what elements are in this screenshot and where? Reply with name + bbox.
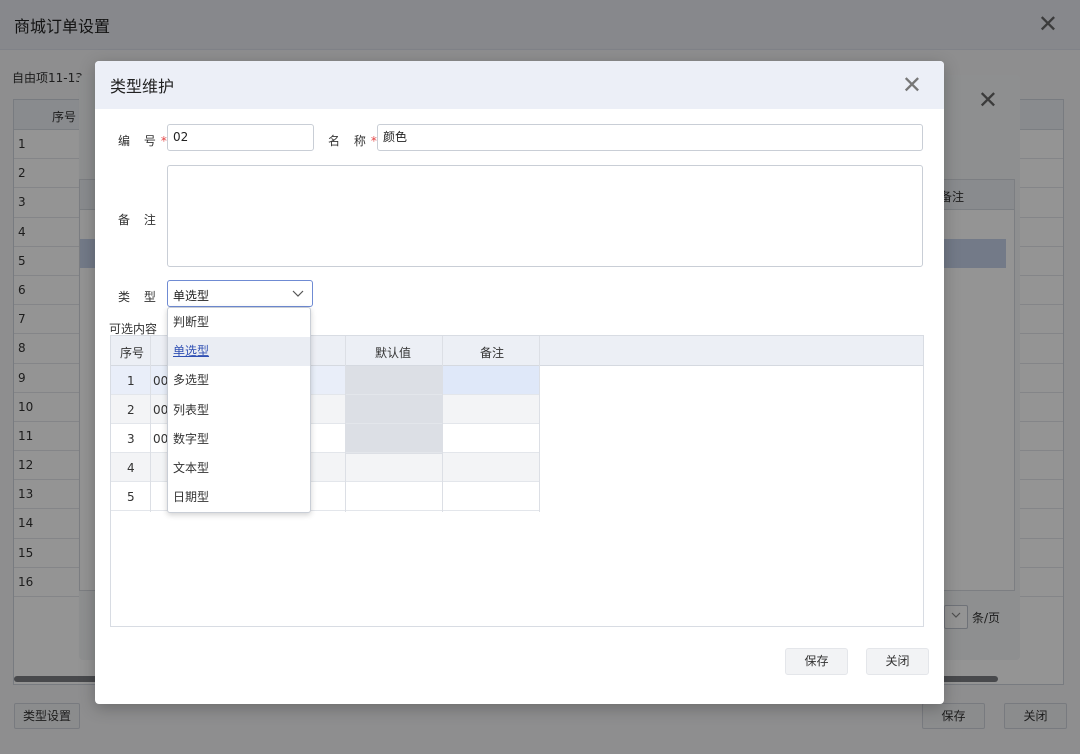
grid-row-seq: 5 — [127, 490, 135, 504]
dialog-close-button[interactable]: 关闭 — [866, 648, 929, 675]
chevron-down-icon — [292, 290, 304, 297]
grid-row-code[interactable]: 00 — [153, 432, 168, 446]
type-dropdown: 判断型 单选型 多选型 列表型 数字型 文本型 日期型 — [167, 307, 311, 513]
grid-header-default: 默认值 — [375, 346, 412, 360]
dropdown-option[interactable]: 日期型 — [168, 483, 310, 512]
code-label-text: 编 号 — [118, 134, 161, 148]
code-label: 编 号* — [118, 132, 167, 149]
grid-row-code[interactable]: 00 — [153, 403, 168, 417]
name-input[interactable]: 颜色 — [377, 124, 923, 151]
code-required-mark: * — [160, 134, 167, 148]
type-maintenance-dialog: 类型维护 ✕ 编 号* 02 名 称* 颜色 备 注 类 型 单选型 可选内容 … — [95, 61, 944, 704]
grid-row-seq: 1 — [127, 374, 135, 388]
dropdown-option[interactable]: 文本型 — [168, 454, 310, 483]
dropdown-option[interactable]: 列表型 — [168, 396, 310, 425]
grid-header-remark: 备注 — [480, 346, 505, 360]
grid-divider — [345, 336, 346, 512]
dropdown-option[interactable]: 单选型 — [168, 337, 310, 367]
dropdown-option[interactable]: 多选型 — [168, 366, 310, 395]
grid-row-seq: 3 — [127, 432, 135, 446]
dialog-header: 类型维护 — [95, 61, 944, 109]
dialog-close-icon[interactable]: ✕ — [902, 73, 922, 97]
grid-row-seq: 2 — [127, 403, 135, 417]
code-input[interactable]: 02 — [167, 124, 314, 151]
name-label: 名 称* — [328, 132, 377, 149]
type-label: 类 型 — [118, 290, 161, 304]
remark-textarea[interactable] — [167, 165, 923, 267]
dropdown-option[interactable]: 数字型 — [168, 425, 310, 454]
remark-label: 备 注 — [118, 213, 161, 227]
name-label-text: 名 称 — [328, 134, 371, 148]
dialog-save-button[interactable]: 保存 — [785, 648, 848, 675]
grid-divider — [539, 336, 540, 512]
grid-divider — [442, 336, 443, 512]
dialog-title: 类型维护 — [110, 77, 175, 96]
type-select[interactable]: 单选型 — [167, 280, 313, 307]
dropdown-option[interactable]: 判断型 — [168, 308, 310, 337]
type-select-value: 单选型 — [173, 289, 210, 303]
grid-divider — [150, 336, 151, 512]
name-required-mark: * — [370, 134, 377, 148]
grid-header-seq: 序号 — [120, 346, 145, 360]
grid-row-code[interactable]: 00 — [153, 374, 168, 388]
grid-row-seq: 4 — [127, 461, 135, 475]
